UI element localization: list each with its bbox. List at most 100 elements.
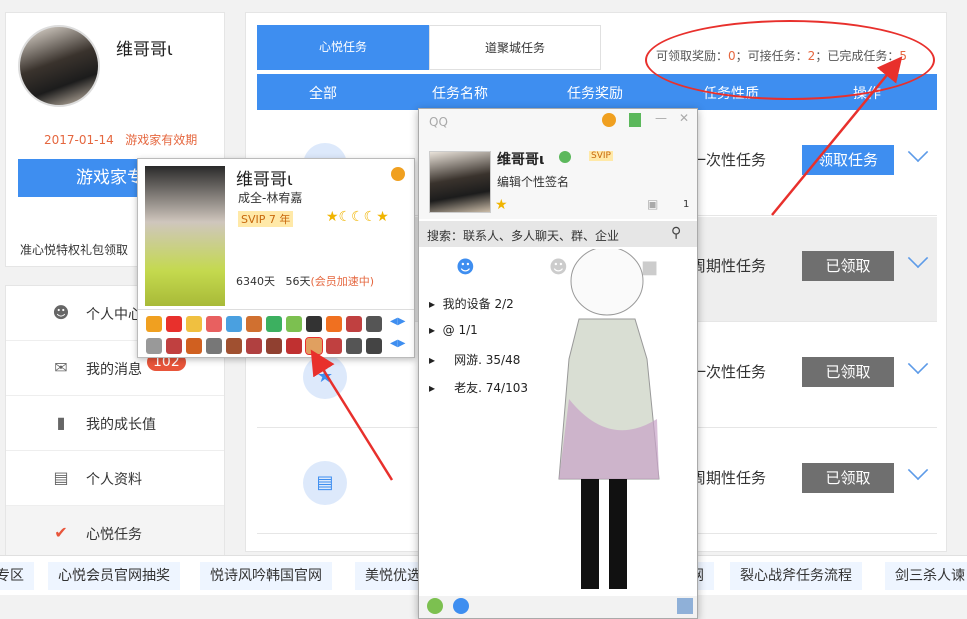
list-item[interactable]: ▸ 网游. 35/48 bbox=[429, 351, 520, 368]
group-name: 网游. bbox=[454, 353, 482, 367]
sidebar-item-label: 个人中心 bbox=[86, 307, 142, 323]
task-type: 一次性任务 bbox=[691, 363, 767, 381]
activity-days: 6340天 56天(会员加速中) bbox=[236, 273, 374, 289]
claimed-button[interactable]: 已领取 bbox=[802, 251, 894, 281]
emoji-icon[interactable] bbox=[286, 316, 302, 332]
avatar[interactable] bbox=[18, 25, 100, 107]
friend-info-card: 维哥哥ι 成全-林宥嘉 SVIP 7 年 ★☾☾☾★ 6340天 56天(会员加… bbox=[137, 158, 415, 358]
task-icon: ★ bbox=[303, 355, 347, 399]
qq-panel: QQ — ✕ 维哥哥ι SVIP 编辑个性签名 ★ ▣ 1 搜索：联系人、多人聊… bbox=[418, 108, 698, 619]
claim-task-button[interactable]: 领取任务 bbox=[802, 145, 894, 175]
task-type: 一次性任务 bbox=[691, 151, 767, 169]
signature-field[interactable]: 编辑个性签名 bbox=[497, 173, 569, 190]
contact-search-input[interactable]: 搜索：联系人、多人聊天、群、企业 ⚲ bbox=[419, 221, 697, 247]
group-count: 35/48 bbox=[485, 353, 521, 367]
sidebar-item-growth[interactable]: ▮ 我的成长值 bbox=[6, 396, 224, 451]
claimed-button[interactable]: 已领取 bbox=[802, 463, 894, 493]
emoji-icon[interactable] bbox=[226, 338, 242, 354]
level-icons: ★☾☾☾★ bbox=[326, 209, 389, 225]
username: 维哥哥ι bbox=[116, 40, 173, 60]
emoji-icon[interactable] bbox=[366, 338, 382, 354]
medal-icon[interactable] bbox=[602, 113, 616, 127]
tab-daojucheng-tasks[interactable]: 道聚城任务 bbox=[429, 25, 601, 70]
shield-icon[interactable] bbox=[629, 113, 641, 127]
list-item[interactable]: ▸ 我的设备 2/2 bbox=[429, 295, 514, 312]
chevron-down-icon[interactable] bbox=[907, 247, 929, 269]
star-icon[interactable]: ★ bbox=[495, 197, 508, 213]
expiry-date: 2017-01-14 bbox=[44, 133, 114, 147]
bottom-link[interactable]: 剑三杀人谏 bbox=[885, 562, 967, 590]
bottom-link[interactable]: 悦诗风吟韩国官网 bbox=[200, 562, 332, 590]
emoji-icon[interactable] bbox=[206, 316, 222, 332]
check-circle-icon: ✔ bbox=[54, 523, 68, 542]
bottom-link[interactable]: 心悦会员官网抽奖 bbox=[48, 562, 180, 590]
emoji-icon[interactable] bbox=[346, 338, 362, 354]
emoji-icon[interactable] bbox=[305, 337, 323, 355]
emoji-icon[interactable] bbox=[146, 316, 162, 332]
group-count: 2/2 bbox=[494, 297, 514, 311]
emoji-icon[interactable] bbox=[366, 316, 382, 332]
expiry-label: 游戏家有效期 bbox=[125, 133, 198, 147]
emoji-icon[interactable] bbox=[166, 316, 182, 332]
shirt-icon[interactable]: ▣ bbox=[647, 197, 658, 211]
column-all[interactable]: 全部 bbox=[309, 83, 337, 103]
skin-illustration bbox=[539, 246, 679, 609]
bottom-link[interactable]: 专区 bbox=[0, 562, 34, 590]
apps-grid-icon[interactable] bbox=[677, 598, 693, 614]
svip-badge: SVIP bbox=[589, 151, 613, 161]
emoji-icon[interactable] bbox=[146, 338, 162, 354]
emoji-icon[interactable] bbox=[266, 316, 282, 332]
cloud-icon[interactable] bbox=[453, 598, 469, 614]
expiry-info: 2017-01-14 游戏家有效期 bbox=[44, 131, 197, 148]
list-item[interactable]: ▸ @ 1/1 bbox=[429, 323, 478, 337]
svip-badge: SVIP 7 年 bbox=[238, 211, 294, 227]
sidebar-item-label: 心悦任务 bbox=[86, 527, 142, 543]
chevron-down-icon[interactable] bbox=[907, 353, 929, 375]
list-item[interactable]: ▸ 老友. 74/103 bbox=[429, 379, 528, 396]
qq-menu-icon[interactable] bbox=[427, 598, 443, 614]
search-icon[interactable]: ⚲ bbox=[671, 225, 681, 241]
chevron-down-icon[interactable] bbox=[907, 141, 929, 163]
emoji-icon[interactable] bbox=[286, 338, 302, 354]
emoji-icon[interactable] bbox=[186, 338, 202, 354]
qq-footer bbox=[419, 596, 697, 618]
days-active: 6340天 bbox=[236, 275, 275, 288]
emoji-icon[interactable] bbox=[266, 338, 282, 354]
group-count: 1/1 bbox=[458, 323, 478, 337]
emoji-icon[interactable] bbox=[326, 338, 342, 354]
minimize-icon[interactable]: — bbox=[655, 111, 667, 125]
emoji-icon[interactable] bbox=[186, 316, 202, 332]
column-task-name: 任务名称 bbox=[432, 86, 488, 102]
emoji-icon[interactable] bbox=[326, 316, 342, 332]
group-name: @ bbox=[442, 323, 455, 337]
tab-xinyue-tasks[interactable]: 心悦任务 bbox=[257, 25, 429, 70]
emoji-icon[interactable] bbox=[346, 316, 362, 332]
sidebar-item-xinyue-tasks[interactable]: ✔ 心悦任务 bbox=[6, 506, 224, 561]
skin-figure-svg bbox=[558, 246, 660, 589]
close-icon[interactable]: ✕ bbox=[679, 111, 689, 125]
search-placeholder: 搜索：联系人、多人聊天、群、企业 bbox=[427, 229, 620, 243]
chevron-down-icon[interactable] bbox=[907, 459, 929, 481]
emoji-icon[interactable] bbox=[246, 338, 262, 354]
emoji-icon[interactable] bbox=[226, 316, 242, 332]
page-arrows-icon[interactable]: ◀▶ bbox=[390, 316, 405, 327]
document-icon: ▤ bbox=[303, 461, 347, 505]
sidebar-item-profile[interactable]: ▤ 个人资料 bbox=[6, 451, 224, 506]
bottom-link[interactable]: 裂心战斧任务流程 bbox=[730, 562, 862, 590]
contacts-tab-icon[interactable]: ☻ bbox=[456, 257, 475, 278]
emoji-icon[interactable] bbox=[246, 316, 262, 332]
online-status-icon[interactable] bbox=[559, 151, 571, 163]
page-arrows-icon[interactable]: ◀▶ bbox=[390, 338, 405, 349]
annotation-ellipse bbox=[645, 20, 935, 100]
emoji-grid: ◀▶ ◀▶ bbox=[138, 309, 414, 357]
gift-link[interactable]: 准心悦特权礼包领取 bbox=[20, 241, 128, 258]
claimed-button[interactable]: 已领取 bbox=[802, 357, 894, 387]
emoji-icon[interactable] bbox=[166, 338, 182, 354]
qq-logo: QQ bbox=[429, 115, 448, 129]
qq-avatar[interactable] bbox=[429, 151, 491, 213]
sidebar-item-label: 我的成长值 bbox=[86, 417, 156, 433]
friend-avatar[interactable] bbox=[145, 166, 225, 306]
group-name: 老友. bbox=[454, 381, 482, 395]
emoji-icon[interactable] bbox=[306, 316, 322, 332]
emoji-icon[interactable] bbox=[206, 338, 222, 354]
